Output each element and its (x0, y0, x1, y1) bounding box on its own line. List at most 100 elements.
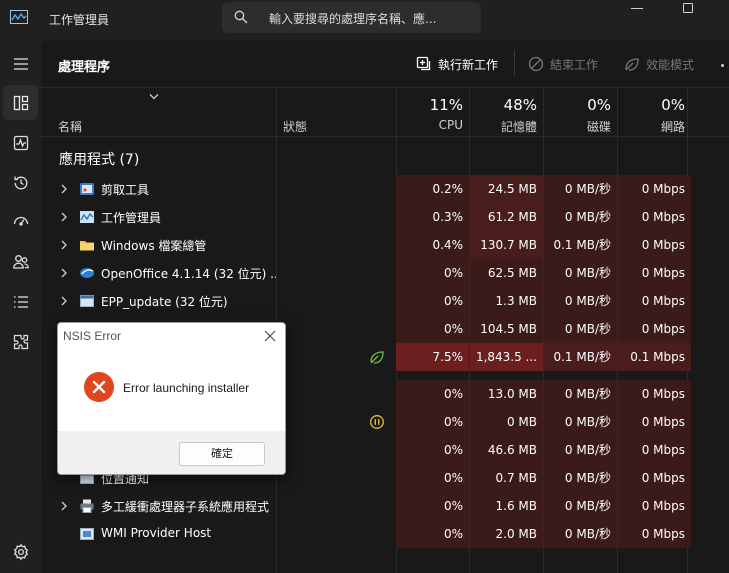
maximize-button[interactable] (683, 3, 693, 13)
memory-cell: 104.5 MB (470, 315, 543, 343)
memory-cell: 62.5 MB (470, 259, 543, 287)
network-cell: 0 Mbps (618, 203, 691, 231)
memory-cell: 61.2 MB (470, 203, 543, 231)
nav-settings[interactable] (3, 534, 38, 569)
run-new-task-button[interactable]: 執行新工作 (416, 54, 498, 74)
memory-cell: 2.0 MB (470, 520, 543, 548)
nav-processes[interactable] (3, 85, 38, 120)
task-manager-icon (80, 211, 94, 223)
users-icon (12, 254, 29, 269)
settings-icon (13, 543, 28, 560)
table-row[interactable]: EPP_update (32 位元) 0% 1.3 MB 0 MB/秒 0 Mbps (41, 287, 729, 315)
dialog-body: Error launching installer (58, 351, 285, 431)
network-cell: 0 Mbps (618, 520, 691, 548)
expand-chevron-icon[interactable] (60, 184, 68, 194)
disk-cell: 0 MB/秒 (544, 492, 617, 520)
expand-chevron-icon[interactable] (60, 501, 68, 511)
run-new-task-icon (416, 56, 431, 71)
memory-cell: 1.3 MB (470, 287, 543, 315)
expand-chevron-icon[interactable] (60, 212, 68, 222)
disk-cell: 0 MB/秒 (544, 259, 617, 287)
memory-cell: 1.6 MB (470, 492, 543, 520)
memory-cell: 24.5 MB (470, 175, 543, 203)
startup-apps-icon (13, 216, 28, 226)
openoffice-icon (80, 268, 94, 278)
cpu-cell: 0% (396, 315, 469, 343)
wmi-icon (80, 528, 94, 540)
table-row[interactable]: 工作管理員 0.3% 61.2 MB 0 MB/秒 0 Mbps (41, 203, 729, 231)
cpu-cell: 0% (396, 436, 469, 464)
disk-cell: 0 MB/秒 (544, 315, 617, 343)
table-row[interactable]: 剪取工具 0.2% 24.5 MB 0 MB/秒 0 Mbps (41, 175, 729, 203)
nav-app-history[interactable] (3, 165, 38, 200)
dialog-title: NSIS Error (63, 329, 122, 343)
efficiency-mode-icon (625, 58, 639, 71)
more-options-icon[interactable] (721, 64, 724, 67)
table-row[interactable]: 多工緩衝處理器子系統應用程式 0% 1.6 MB 0 MB/秒 0 Mbps (41, 492, 729, 520)
network-cell: 0 Mbps (618, 464, 691, 492)
network-cell: 0 Mbps (618, 315, 691, 343)
expand-chevron-icon[interactable] (60, 240, 68, 250)
process-name: OpenOffice 4.1.14 (32 位元) ... (101, 267, 276, 281)
menu-button[interactable] (3, 46, 38, 81)
cpu-cell: 0% (396, 287, 469, 315)
process-name: WMI Provider Host (101, 526, 212, 540)
network-cell: 0 Mbps (618, 492, 691, 520)
paused-icon (370, 415, 384, 429)
printer-icon (80, 499, 94, 513)
network-cell: 0 Mbps (618, 408, 691, 436)
nsis-error-dialog: NSIS Error Error launching installer 確定 (57, 322, 286, 475)
disk-cell: 0.1 MB/秒 (544, 231, 617, 259)
cpu-cell: 0% (396, 464, 469, 492)
table-row[interactable]: OpenOffice 4.1.14 (32 位元) ... 0% 62.5 MB 0 … (41, 259, 729, 287)
process-name: 多工緩衝處理器子系統應用程式 (101, 500, 270, 514)
cpu-cell: 0.3% (396, 203, 469, 231)
disk-cell: 0.1 MB/秒 (544, 343, 617, 371)
disk-cell: 0 MB/秒 (544, 520, 617, 548)
app-window-icon (80, 295, 94, 307)
cpu-cell: 0% (396, 380, 469, 408)
menu-icon (13, 57, 28, 70)
cpu-cell: 0.2% (396, 175, 469, 203)
memory-cell: 13.0 MB (470, 380, 543, 408)
table-row[interactable]: Windows 檔案總管 0.4% 130.7 MB 0.1 MB/秒 0 Mbps (41, 231, 729, 259)
process-name: EPP_update (32 位元) (101, 295, 228, 309)
run-new-task-label: 執行新工作 (438, 57, 499, 72)
snipping-tool-icon (80, 183, 94, 195)
disk-cell: 0 MB/秒 (544, 175, 617, 203)
nav-users[interactable] (3, 244, 38, 279)
memory-cell: 130.7 MB (470, 231, 543, 259)
memory-cell: 0.7 MB (470, 464, 543, 492)
cpu-cell: 0% (396, 259, 469, 287)
ok-button[interactable]: 確定 (179, 442, 265, 466)
search-input[interactable]: 輸入要搜尋的處理序名稱、應... (222, 2, 481, 33)
table-row[interactable]: WMI Provider Host 0% 2.0 MB 0 MB/秒 0 Mbps (41, 520, 729, 548)
cpu-cell: 0% (396, 520, 469, 548)
end-task-label: 結束工作 (550, 57, 599, 72)
memory-cell: 0 MB (470, 408, 543, 436)
title-bar: 工作管理員 輸入要搜尋的處理序名稱、應... (0, 0, 729, 40)
network-cell: 0 Mbps (618, 436, 691, 464)
expand-chevron-icon[interactable] (60, 268, 68, 278)
processes-icon (13, 95, 28, 110)
disk-cell: 0 MB/秒 (544, 464, 617, 492)
end-task-icon (528, 56, 544, 72)
command-bar: 處理程序 執行新工作 結束工作 效能模式 (41, 40, 729, 88)
expand-chevron-icon[interactable] (60, 296, 68, 306)
search-icon (234, 10, 248, 24)
nav-details[interactable] (3, 284, 38, 319)
nav-services[interactable] (3, 324, 38, 359)
process-name: 工作管理員 (101, 211, 162, 225)
nav-startup-apps[interactable] (3, 204, 38, 239)
end-task-button[interactable]: 結束工作 (528, 54, 598, 74)
efficiency-mode-button[interactable]: 效能模式 (624, 54, 694, 74)
nav-performance[interactable] (3, 125, 38, 160)
process-name: Windows 檔案總管 (101, 239, 207, 253)
network-cell: 0.1 Mbps (618, 343, 691, 371)
close-icon[interactable] (264, 330, 276, 342)
network-cell: 0 Mbps (618, 380, 691, 408)
disk-cell: 0 MB/秒 (544, 287, 617, 315)
disk-cell: 0 MB/秒 (544, 380, 617, 408)
minimize-button[interactable] (631, 8, 643, 9)
disk-cell: 0 MB/秒 (544, 203, 617, 231)
